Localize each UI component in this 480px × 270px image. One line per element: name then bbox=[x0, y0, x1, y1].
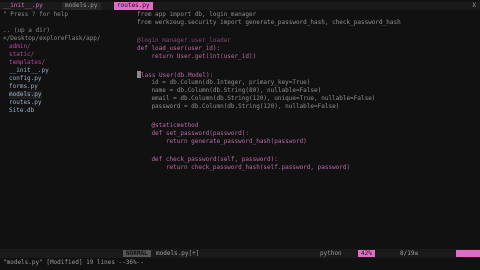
mode-indicator: NORMAL bbox=[123, 250, 151, 257]
command-line[interactable]: "models.py" [Modified] 19 lines --36%-- bbox=[3, 259, 144, 267]
code-line-4: def load_user(user_id): bbox=[137, 45, 221, 52]
sidebar-item-static[interactable]: static/ bbox=[9, 51, 34, 59]
tab-models[interactable]: models.py bbox=[62, 2, 101, 10]
status-line: NORMAL models.py[+] python 42% 8/19≡ bbox=[0, 249, 480, 258]
sidebar-item-init[interactable]: __init__.py bbox=[9, 67, 49, 75]
code-line-7: id = db.Column(db.Integer, primary_key=T… bbox=[137, 79, 311, 86]
status-filename: models.py[+] bbox=[156, 250, 200, 257]
code-line-14: def check_password(self, password): bbox=[137, 156, 278, 163]
code-line-3: @login_manager.user_loader bbox=[137, 37, 231, 44]
code-line-13: return generate_password_hash(password) bbox=[137, 138, 307, 145]
code-line-6-text: lass User(db.Model): bbox=[141, 72, 214, 79]
code-line-10: password = db.Column(db.String(120), nul… bbox=[137, 103, 340, 110]
sidebar-up-dir[interactable]: .. (up a dir) bbox=[3, 27, 50, 35]
sidebar-item-models[interactable]: models.py bbox=[9, 91, 42, 99]
status-filetype: python bbox=[320, 250, 342, 257]
tab-routes[interactable]: routes.py bbox=[114, 2, 153, 10]
tab-init[interactable]: __init__.py bbox=[0, 2, 46, 10]
tab-line: __init__.py models.py routes.py X bbox=[0, 2, 480, 10]
code-line-15: return check_password_hash(self.password… bbox=[137, 164, 351, 171]
sidebar-item-routes[interactable]: routes.py bbox=[9, 99, 42, 107]
code-line-1: from app import db, login_manager bbox=[137, 11, 257, 18]
status-position: 8/19≡ bbox=[400, 250, 419, 257]
status-end-block bbox=[456, 250, 480, 257]
sidebar-help: " Press ? for help bbox=[3, 11, 69, 18]
sidebar-item-admin[interactable]: admin/ bbox=[9, 43, 31, 51]
status-percent: 42% bbox=[358, 250, 375, 257]
sidebar-item-templates[interactable]: templates/ bbox=[9, 59, 45, 67]
sidebar-item-forms[interactable]: forms.py bbox=[9, 83, 38, 91]
sidebar-path: </Desktop/exploreFlask/app/ bbox=[3, 35, 101, 42]
code-line-12: def set_password(password): bbox=[137, 130, 249, 137]
nerdtree-sidebar: " Press ? for help .. (up a dir) </Deskt… bbox=[0, 11, 133, 247]
sidebar-item-site-db[interactable]: Site.db bbox=[9, 107, 34, 115]
code-line-2: from werkzeug.security import generate_p… bbox=[137, 19, 401, 26]
close-tab-button[interactable]: X bbox=[472, 2, 476, 10]
code-line-8: name = db.Column(db.String(80), nullable… bbox=[137, 87, 322, 94]
code-editor[interactable]: from app import db, login_manager from w… bbox=[134, 11, 480, 247]
vim-window: __init__.py models.py routes.py X " Pres… bbox=[0, 0, 480, 270]
code-line-5: return User.get(int(user_id)) bbox=[137, 53, 257, 60]
code-line-9: email = db.Column(db.String(120), unique… bbox=[137, 95, 376, 102]
code-line-11: @staticmethod bbox=[137, 122, 199, 129]
sidebar-item-config[interactable]: config.py bbox=[9, 75, 42, 83]
